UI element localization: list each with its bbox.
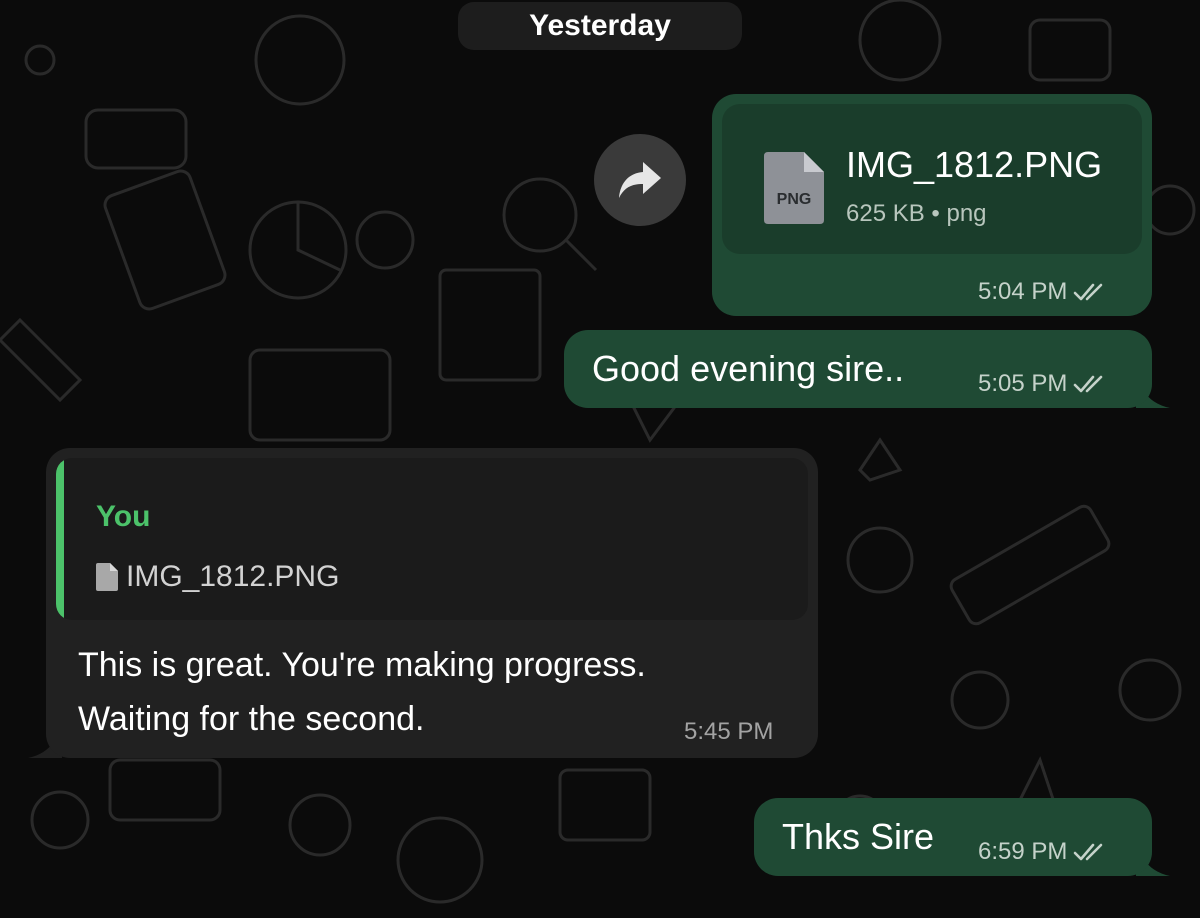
message-text: Good evening sire.. [592,348,905,389]
quote-accent-bar [56,458,64,620]
message-time: 6:59 PM [978,838,1107,866]
file-icon: PNG [764,152,824,224]
message-time: 5:05 PM [978,370,1107,398]
forward-button[interactable] [594,134,686,226]
quote-file: IMG_1812.PNG [96,560,339,594]
message-document-outgoing[interactable]: PNG IMG_1812.PNG 625 KB • png 5:04 PM [712,94,1152,316]
message-text: Thks Sire [782,816,935,857]
double-check-icon [1074,283,1103,301]
message-text-outgoing[interactable]: Good evening sire.. 5:05 PM [564,330,1152,408]
message-text-line: Waiting for the second. [78,700,425,738]
message-time-label: 5:05 PM [978,370,1068,397]
quote-file-name: IMG_1812.PNG [126,560,340,593]
double-check-icon [1074,375,1103,393]
document-card[interactable]: PNG IMG_1812.PNG 625 KB • png [722,104,1142,254]
forward-arrow-icon [619,162,661,198]
quote-author: You [96,500,151,533]
double-check-icon [1074,843,1103,861]
message-time-label: 5:04 PM [978,278,1068,305]
quoted-message[interactable]: You IMG_1812.PNG [56,458,808,620]
date-separator: Yesterday [458,2,742,50]
document-filename: IMG_1812.PNG [846,144,1103,185]
document-meta: 625 KB • png [846,200,987,227]
message-time-label: 6:59 PM [978,838,1068,865]
message-time: 5:04 PM [978,278,1107,306]
message-reply-incoming[interactable]: You IMG_1812.PNG This is great. You're m… [46,448,818,758]
date-separator-label: Yesterday [529,9,671,42]
message-text-line: This is great. You're making progress. [78,646,646,684]
message-text: This is great. You're making progress. W… [78,638,646,746]
file-type-badge: PNG [777,191,812,208]
message-time: 5:45 PM [684,718,774,745]
message-text-outgoing[interactable]: Thks Sire 6:59 PM [754,798,1152,876]
file-icon [96,563,118,591]
